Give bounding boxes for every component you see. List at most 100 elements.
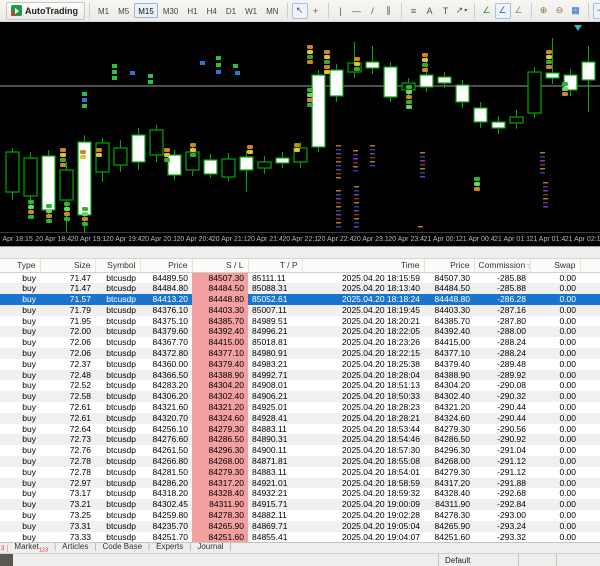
tab-code-base[interactable]: Code Base xyxy=(97,542,147,551)
cell-tp: 84980.91 xyxy=(248,348,302,359)
autotrading-button[interactable]: AutoTrading xyxy=(6,2,85,20)
horizontal-line-icon[interactable]: — xyxy=(349,3,365,19)
table-row[interactable]: buy72.58btcusdp84306.2084302.4084906.212… xyxy=(0,391,600,402)
cell-swap: 0.00 xyxy=(530,283,580,294)
fibonacci-icon[interactable]: ≡ xyxy=(406,3,422,19)
timeframe-mn-button[interactable]: MN xyxy=(262,3,282,18)
table-row[interactable]: buy73.31btcusdp84235.7084265.9084869.712… xyxy=(0,521,600,532)
timeframe-m30-button[interactable]: M30 xyxy=(159,3,183,18)
table-row[interactable]: buy71.95btcusdp84375.1084385.7084989.512… xyxy=(0,316,600,327)
column-header-price-2[interactable]: Price xyxy=(424,259,474,272)
timeframe-m15-button[interactable]: M15 xyxy=(134,3,158,18)
cell-swap: 0.00 xyxy=(530,380,580,391)
cell-size: 72.52 xyxy=(40,380,95,391)
table-row[interactable]: buy72.73btcusdp84276.6084286.5084890.312… xyxy=(0,434,600,445)
cell-size: 72.61 xyxy=(40,402,95,413)
table-row[interactable]: buy72.37btcusdp84360.0084379.4084983.212… xyxy=(0,359,600,370)
time-axis[interactable]: Apr 18:1520 Apr 18:4520 Apr 19:1520 Apr … xyxy=(0,232,600,246)
timeframe-h1-button[interactable]: H1 xyxy=(183,3,201,18)
cell-symbol: btcusdp xyxy=(95,488,140,499)
text-icon[interactable]: A xyxy=(422,3,438,19)
equidistant-channel-icon[interactable]: ∥ xyxy=(381,3,397,19)
table-row[interactable]: buy72.48btcusdp84366.5084388.9084992.712… xyxy=(0,370,600,381)
vertical-line-icon[interactable]: | xyxy=(333,3,349,19)
column-header-sl[interactable]: S / L xyxy=(192,259,248,272)
table-row[interactable]: buy72.97btcusdp84286.2084317.2084921.012… xyxy=(0,478,600,489)
table-row[interactable]: buy71.47btcusdp84484.8084484.5085088.312… xyxy=(0,283,600,294)
table-row[interactable]: buy71.47btcusdp84489.5084507.3085111.112… xyxy=(0,272,600,283)
table-row[interactable]: buy73.17btcusdp84318.2084328.4084932.212… xyxy=(0,488,600,499)
timeframe-d1-button[interactable]: D1 xyxy=(222,3,240,18)
column-header-swap[interactable]: Swap xyxy=(530,259,580,272)
tab-articles[interactable]: Articles xyxy=(57,542,93,551)
cell-size: 72.37 xyxy=(40,359,95,370)
profile-selector[interactable]: Default xyxy=(438,554,518,566)
cell-price: 84259.80 xyxy=(140,510,192,521)
autoscroll-icon[interactable]: ⇥ xyxy=(593,3,600,19)
indicators-icon[interactable]: ∠ xyxy=(479,3,495,19)
cell-size: 72.06 xyxy=(40,337,95,348)
column-header-commission[interactable]: Commission▽ xyxy=(474,259,530,272)
trendline-icon[interactable]: / xyxy=(365,3,381,19)
cell-type: buy xyxy=(0,391,40,402)
cell-size: 72.61 xyxy=(40,413,95,424)
label-icon[interactable]: T xyxy=(438,3,454,19)
cell-sl: 84415.00 xyxy=(192,337,248,348)
cell-swap: 0.00 xyxy=(530,391,580,402)
cell-commission: -292.68 xyxy=(474,488,530,499)
column-header-type[interactable]: Type xyxy=(0,259,40,272)
timeframe-h4-button[interactable]: H4 xyxy=(203,3,221,18)
timeframe-m1-button[interactable]: M1 xyxy=(94,3,113,18)
cell-tp: 84871.81 xyxy=(248,456,302,467)
objects-list-icon[interactable]: ∠ xyxy=(511,3,527,19)
tile-windows-icon[interactable]: ▦ xyxy=(568,3,584,19)
table-row[interactable]: buy72.06btcusdp84367.7084415.0085018.812… xyxy=(0,337,600,348)
table-row[interactable]: buy72.06btcusdp84372.8084377.1084980.912… xyxy=(0,348,600,359)
cell-price2: 84296.30 xyxy=(424,445,474,456)
cell-swap: 0.00 xyxy=(530,316,580,327)
table-row[interactable]: buy72.78btcusdp84281.5084279.3084883.112… xyxy=(0,467,600,478)
table-row[interactable]: buy72.61btcusdp84320.7084324.6084928.412… xyxy=(0,413,600,424)
timeframe-w1-button[interactable]: W1 xyxy=(241,3,261,18)
cell-symbol: btcusdp xyxy=(95,316,140,327)
table-row[interactable]: buy71.79btcusdp84376.1084403.3085007.112… xyxy=(0,305,600,316)
chart-area[interactable] xyxy=(0,22,600,232)
cursor-icon[interactable]: ↖ xyxy=(292,3,308,19)
cell-time: 2025.04.20 18:20:21 xyxy=(302,316,424,327)
table-row[interactable]: buy72.64btcusdp84256.1084279.3084883.112… xyxy=(0,424,600,435)
table-row[interactable]: buy73.25btcusdp84259.8084278.3084882.112… xyxy=(0,510,600,521)
table-row[interactable]: buy72.76btcusdp84261.5084296.3084900.112… xyxy=(0,445,600,456)
tab-experts[interactable]: Experts xyxy=(151,542,188,551)
cell-sl: 84379.40 xyxy=(192,359,248,370)
cell-commission: -291.88 xyxy=(474,478,530,489)
cell-type: buy xyxy=(0,359,40,370)
column-header-symbol[interactable]: Symbol xyxy=(95,259,140,272)
cell-price: 84302.45 xyxy=(140,499,192,510)
zoom-out-icon[interactable]: ⊖ xyxy=(552,3,568,19)
table-row[interactable]: buy72.61btcusdp84321.6084321.2084925.012… xyxy=(0,402,600,413)
timeframe-m5-button[interactable]: M5 xyxy=(114,3,133,18)
tab-journal[interactable]: Journal xyxy=(192,542,228,551)
cell-commission: -288.00 xyxy=(474,326,530,337)
zoom-in-icon[interactable]: ⊕ xyxy=(536,3,552,19)
table-row[interactable]: buy72.00btcusdp84379.6084392.4084996.212… xyxy=(0,326,600,337)
indicator-window-icon[interactable]: ∠ xyxy=(495,3,511,19)
table-row[interactable]: buy73.33btcusdp84251.7084251.6084855.412… xyxy=(0,532,600,542)
cell-type: buy xyxy=(0,316,40,327)
column-header-price[interactable]: Price xyxy=(140,259,192,272)
table-row[interactable]: buy73.21btcusdp84302.4584311.9084915.712… xyxy=(0,499,600,510)
column-header-tp[interactable]: T / P xyxy=(248,259,302,272)
objects-arrow-icon[interactable]: ↗▾ xyxy=(454,3,470,19)
crosshair-icon[interactable]: + xyxy=(308,3,324,19)
cell-sl: 84507.30 xyxy=(192,272,248,283)
table-row[interactable]: buy72.52btcusdp84283.2084304.2084908.012… xyxy=(0,380,600,391)
table-row[interactable]: buy71.57btcusdp84413.2084448.8085052.612… xyxy=(0,294,600,305)
column-header-time[interactable]: Time xyxy=(302,259,424,272)
cell-tp: 84869.71 xyxy=(248,521,302,532)
tab-market[interactable]: Market123 xyxy=(9,542,53,551)
panel-splitter[interactable] xyxy=(0,246,600,259)
column-header-size[interactable]: Size xyxy=(40,259,95,272)
table-row[interactable]: buy72.78btcusdp84266.8084268.0084871.812… xyxy=(0,456,600,467)
autotrading-icon xyxy=(11,5,22,16)
cell-price2: 84415.00 xyxy=(424,337,474,348)
